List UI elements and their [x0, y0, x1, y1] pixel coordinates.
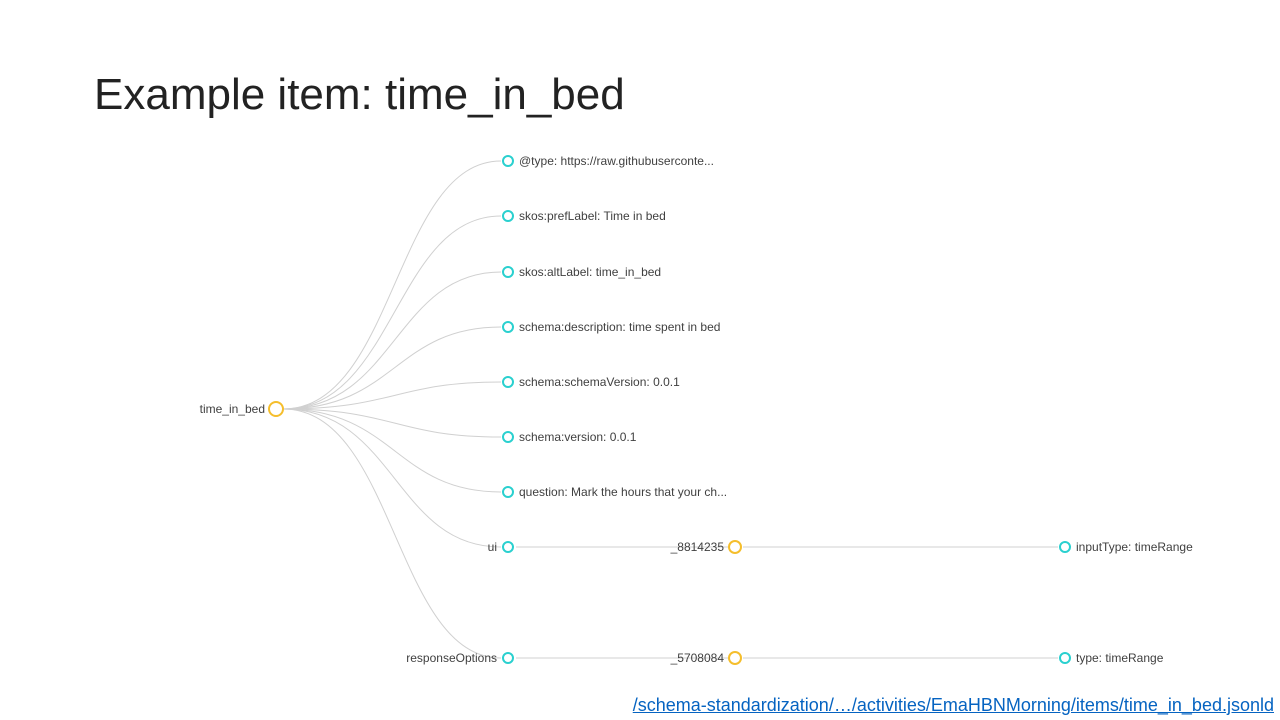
node-resp-leaf-label: type: timeRange	[1076, 651, 1164, 665]
node-ui-leaf[interactable]: inputType: timeRange	[1060, 540, 1193, 554]
node-branch-2-label: skos:altLabel: time_in_bed	[519, 265, 661, 279]
edge-root-6	[283, 409, 501, 492]
node-resp-leaf[interactable]: type: timeRange	[1060, 651, 1164, 665]
node-branch-3[interactable]: schema:description: time spent in bed	[503, 320, 720, 334]
edge-root-0	[283, 161, 501, 409]
node-resp[interactable]: responseOptions	[406, 651, 513, 665]
node-branch-6-label: question: Mark the hours that your ch...	[519, 485, 727, 499]
node-ui-label: ui	[488, 540, 497, 554]
edge-root-8	[283, 409, 501, 658]
node-root-label: time_in_bed	[200, 402, 265, 416]
node-branch-2[interactable]: skos:altLabel: time_in_bed	[503, 265, 661, 279]
graph-canvas: time_in_bed @type: https://raw.githubuse…	[0, 0, 1280, 720]
node-branch-0[interactable]: @type: https://raw.githubuserconte...	[503, 154, 714, 168]
node-branch-4[interactable]: schema:schemaVersion: 0.0.1	[503, 375, 680, 389]
node-branch-4-label: schema:schemaVersion: 0.0.1	[519, 375, 680, 389]
node-branch-1-label: skos:prefLabel: Time in bed	[519, 209, 666, 223]
node-resp-mid[interactable]: _5708084	[670, 651, 741, 665]
node-resp-label: responseOptions	[406, 651, 497, 665]
footer-link[interactable]: /schema-standardization/…/activities/Ema…	[633, 695, 1280, 716]
node-branch-3-label: schema:description: time spent in bed	[519, 320, 720, 334]
node-ui-leaf-label: inputType: timeRange	[1076, 540, 1193, 554]
node-branch-5[interactable]: schema:version: 0.0.1	[503, 430, 637, 444]
node-ui-mid[interactable]: _8814235	[670, 540, 741, 554]
node-branch-1[interactable]: skos:prefLabel: Time in bed	[503, 209, 666, 223]
edge-root-3	[283, 327, 501, 409]
edge-root-2	[283, 272, 501, 409]
node-branch-6[interactable]: question: Mark the hours that your ch...	[503, 485, 727, 499]
node-branch-5-label: schema:version: 0.0.1	[519, 430, 637, 444]
edge-root-7	[283, 409, 501, 547]
node-resp-mid-label: _5708084	[670, 651, 725, 665]
edge-root-1	[283, 216, 501, 409]
node-ui-mid-label: _8814235	[670, 540, 725, 554]
node-root[interactable]: time_in_bed	[200, 402, 283, 416]
node-branch-0-label: @type: https://raw.githubuserconte...	[519, 154, 714, 168]
